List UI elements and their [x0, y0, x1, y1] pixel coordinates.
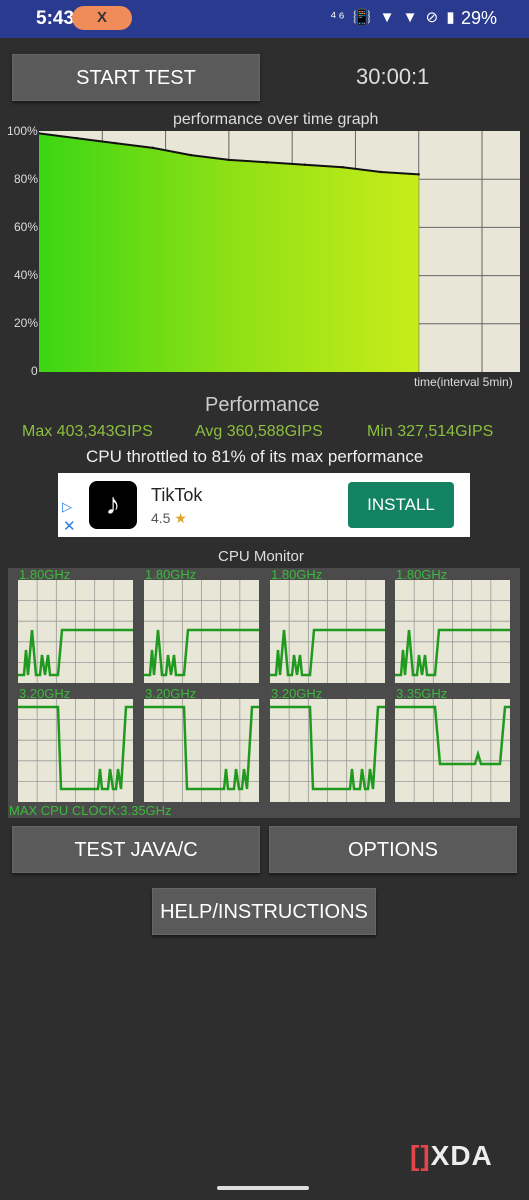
cpu-core-chart — [144, 580, 259, 683]
data-point — [75, 137, 79, 140]
y-tick-label: 0 — [31, 364, 38, 378]
ad-choices-icon[interactable]: ▷ — [62, 499, 72, 515]
data-point — [265, 161, 269, 164]
options-button[interactable]: OPTIONS — [269, 826, 517, 873]
status-bar: 5:43 X ⁴⁶ 📳 ▼ ▼ ⊘ ▮ 29% — [0, 0, 529, 38]
cpu-core-graph — [144, 699, 259, 802]
ad-app-name: TikTok — [151, 485, 203, 505]
help-instructions-button[interactable]: HELP/INSTRUCTIONS — [152, 888, 376, 935]
xda-bracket-icon: [] — [410, 1140, 431, 1171]
y-tick-label: 60% — [14, 220, 39, 234]
cpu-core-graph — [270, 580, 385, 683]
cpu-core-chart — [270, 580, 385, 683]
throttle-text: CPU throttled to 81% of its max performa… — [86, 447, 424, 466]
home-indicator[interactable] — [217, 1186, 309, 1190]
min-stat: Min 327,514GIPS — [367, 423, 494, 440]
performance-title: Performance — [205, 394, 320, 416]
xda-text: XDA — [430, 1140, 493, 1171]
battery-level: 29% — [461, 8, 498, 28]
test-java-button[interactable]: TEST JAVA/C — [12, 826, 260, 873]
cpu-core-chart — [18, 699, 133, 802]
data-point — [113, 141, 117, 145]
start-test-button[interactable]: START TEST — [12, 54, 260, 101]
y-tick-label: 20% — [14, 316, 39, 330]
data-point — [379, 170, 382, 174]
max-cpu-clock: MAX CPU CLOCK:3.35GHz — [9, 803, 172, 818]
x-axis-label: time(interval 5min) — [414, 375, 513, 389]
data-point — [227, 158, 231, 162]
cpu-core-chart — [270, 699, 385, 802]
performance-graph — [37, 131, 520, 372]
data-point — [151, 146, 155, 150]
data-point — [189, 153, 193, 157]
xda-watermark: []XDA — [410, 1140, 493, 1172]
ad-rating: 4.5 ★ — [151, 510, 187, 527]
status-icons: ⁴⁶ 📳 ▼ ▼ ⊘ ▮ — [330, 9, 457, 26]
data-point — [341, 165, 344, 169]
cpu-core-chart — [18, 580, 133, 683]
y-tick-label: 80% — [14, 172, 39, 186]
cpu-core-graph — [270, 699, 385, 802]
data-point — [303, 163, 307, 166]
notification-pill[interactable]: X — [72, 6, 132, 30]
data-point — [417, 173, 420, 176]
install-button[interactable]: INSTALL — [348, 482, 454, 528]
cpu-core-chart — [144, 699, 259, 802]
performance-chart-svg — [37, 131, 520, 372]
ad-close-icon[interactable]: ✕ — [63, 517, 76, 535]
clock: 5:43 — [36, 8, 75, 29]
cpu-core-chart — [395, 580, 510, 683]
cpu-monitor-title: CPU Monitor — [218, 548, 304, 565]
graph-title: performance over time graph — [173, 111, 379, 128]
ad-banner[interactable]: ▷ ✕ ♪ TikTok 4.5 ★ INSTALL — [58, 473, 470, 537]
star-icon: ★ — [174, 510, 187, 526]
avg-stat: Avg 360,588GIPS — [195, 423, 323, 440]
cpu-core-chart — [395, 699, 510, 802]
test-timer: 30:00:1 — [356, 64, 430, 89]
y-tick-label: 40% — [14, 268, 39, 282]
cpu-core-graph — [395, 580, 510, 683]
cpu-core-graph — [144, 580, 259, 683]
cpu-core-graph — [18, 699, 133, 802]
ad-rating-value: 4.5 — [151, 510, 171, 526]
max-stat: Max 403,343GIPS — [22, 423, 153, 440]
cpu-core-graph — [395, 699, 510, 802]
cpu-core-graph — [18, 580, 133, 683]
tiktok-logo-icon: ♪ — [89, 481, 137, 529]
y-tick-label: 100% — [7, 124, 38, 138]
